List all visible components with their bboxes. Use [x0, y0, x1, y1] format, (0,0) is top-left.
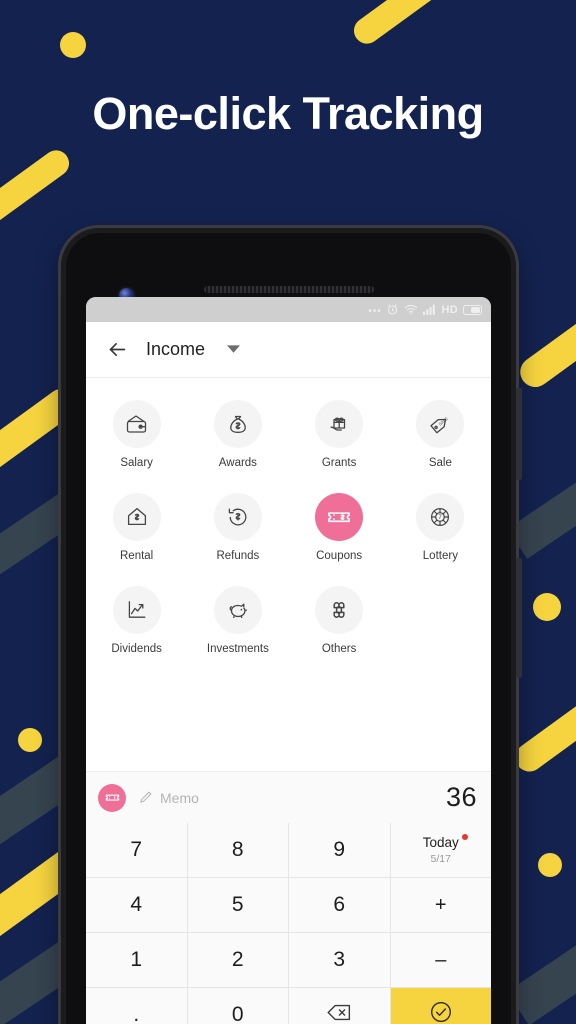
- key-minus[interactable]: –: [390, 933, 491, 987]
- signal-icon: [422, 304, 437, 315]
- promo-screenshot: One-click Tracking HD Income Salary Awar…: [0, 0, 576, 1024]
- category-grants[interactable]: Grants: [289, 390, 390, 477]
- battery-icon: [463, 304, 482, 315]
- phone-screen: HD Income Salary Awards Grants SALE Sale…: [86, 297, 491, 1024]
- decor-yellow-dot: [538, 853, 562, 877]
- category-label: Grants: [321, 457, 357, 469]
- category-label: Refunds: [216, 550, 260, 562]
- category-label: Lottery: [422, 550, 458, 562]
- today-date: 5/17: [430, 853, 451, 865]
- money-bag-icon: [213, 400, 262, 448]
- app-bar: Income: [86, 322, 491, 378]
- status-bar: HD: [86, 297, 491, 322]
- decor-slate-stripe: [506, 874, 576, 1024]
- category-label: Others: [321, 643, 357, 655]
- decor-yellow-dot: [60, 32, 86, 58]
- category-label: Sale: [428, 457, 452, 469]
- lottery-ball-icon: 7: [416, 493, 465, 541]
- key-today[interactable]: Today 5/17: [390, 823, 491, 877]
- key-9[interactable]: 9: [289, 823, 390, 877]
- today-badge-dot: [461, 834, 468, 840]
- category-grid: Salary Awards Grants SALE Sale Rental Re…: [86, 390, 491, 663]
- power-button[interactable]: [516, 558, 522, 678]
- sale-tag-icon: SALE: [416, 400, 465, 448]
- memo-input[interactable]: Memo: [160, 790, 446, 806]
- key-backspace[interactable]: [289, 988, 390, 1024]
- refund-arrow-icon: [213, 493, 262, 541]
- page-title: One-click Tracking: [92, 88, 484, 139]
- decor-yellow-bar: [514, 257, 576, 393]
- back-arrow-icon[interactable]: [100, 339, 134, 360]
- category-others[interactable]: Others: [289, 576, 390, 663]
- key-confirm[interactable]: [390, 988, 491, 1024]
- key-8[interactable]: 8: [187, 823, 288, 877]
- category-refunds[interactable]: Refunds: [187, 483, 288, 570]
- volume-button[interactable]: [516, 388, 522, 480]
- key-4[interactable]: 4: [86, 878, 187, 932]
- selected-category-chip-icon: [98, 783, 126, 812]
- memo-bar: Memo 36: [86, 771, 491, 823]
- hd-label: HD: [441, 303, 458, 316]
- category-lottery[interactable]: 7 Lottery: [390, 483, 491, 570]
- category-label: Investments: [206, 643, 269, 655]
- key-7[interactable]: 7: [86, 823, 187, 877]
- clover-grid-icon: [315, 586, 364, 634]
- alarm-icon: [386, 303, 399, 316]
- category-dividends[interactable]: Dividends: [86, 576, 187, 663]
- wallet-icon: [112, 400, 161, 448]
- category-sale[interactable]: SALE Sale: [390, 390, 491, 477]
- key-plus[interactable]: +: [390, 878, 491, 932]
- gift-hand-icon: [315, 400, 364, 448]
- decor-yellow-bar: [348, 0, 462, 49]
- category-label: Dividends: [111, 643, 162, 655]
- key-1[interactable]: 1: [86, 933, 187, 987]
- coupon-ticket-icon: [315, 493, 364, 541]
- earpiece-speaker: [203, 286, 374, 293]
- line-chart-icon: [112, 586, 161, 634]
- key-6[interactable]: 6: [289, 878, 390, 932]
- decor-yellow-dot: [18, 728, 42, 752]
- check-circle-icon: [428, 999, 454, 1024]
- key-3[interactable]: 3: [289, 933, 390, 987]
- pencil-icon[interactable]: [138, 790, 153, 805]
- key-0[interactable]: 0: [187, 988, 288, 1024]
- category-label: Salary: [120, 457, 153, 469]
- house-dollar-icon: [112, 493, 161, 541]
- category-coupons[interactable]: Coupons: [289, 483, 390, 570]
- category-label: Awards: [218, 457, 257, 469]
- phone-mockup: HD Income Salary Awards Grants SALE Sale…: [61, 228, 522, 1024]
- piggy-bank-icon: [213, 586, 262, 634]
- key-5[interactable]: 5: [187, 878, 288, 932]
- category-label: Rental: [120, 550, 154, 562]
- decor-yellow-bar: [0, 145, 75, 237]
- key-2[interactable]: 2: [187, 933, 288, 987]
- decor-yellow-dot: [533, 593, 561, 621]
- numeric-keypad: 7 8 9 Today 5/17 4 5 6 + 1 2 3 – . 0: [86, 823, 491, 1024]
- backspace-icon: [326, 1003, 352, 1024]
- amount-display: 36: [445, 782, 477, 812]
- category-rental[interactable]: Rental: [86, 483, 187, 570]
- screen-title: Income: [146, 339, 206, 359]
- category-grid-area: Salary Awards Grants SALE Sale Rental Re…: [86, 378, 491, 771]
- svg-text:SALE: SALE: [438, 416, 450, 427]
- key-decimal[interactable]: .: [86, 988, 187, 1024]
- category-label: Coupons: [316, 550, 363, 562]
- today-label: Today: [423, 834, 468, 850]
- category-awards[interactable]: Awards: [187, 390, 288, 477]
- chevron-down-icon[interactable]: [227, 345, 241, 354]
- wifi-icon: [404, 304, 418, 315]
- category-salary[interactable]: Salary: [86, 390, 187, 477]
- more-dots-icon: [368, 307, 381, 313]
- category-investments[interactable]: Investments: [187, 576, 288, 663]
